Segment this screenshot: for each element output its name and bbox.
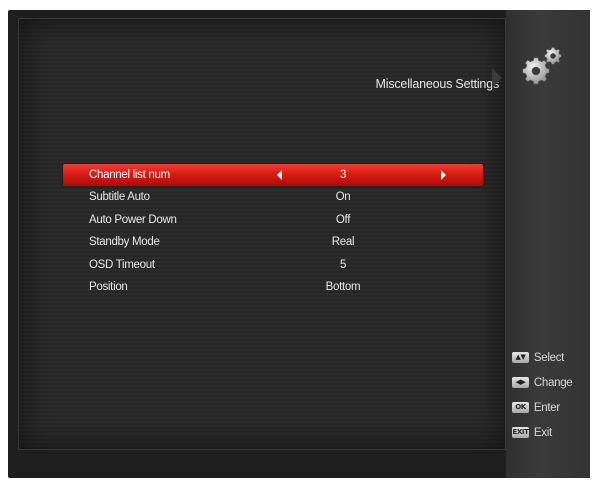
settings-panel: Miscellaneous Settings Channel list num …	[18, 18, 506, 450]
menu-item-position[interactable]: Position Bottom	[63, 276, 483, 298]
menu-item-label: Subtitle Auto	[89, 191, 150, 204]
hint-label: Exit	[533, 427, 552, 439]
menu-item-value: On	[335, 191, 351, 204]
hint-label: Select	[533, 352, 565, 364]
menu-item-label: Position	[89, 280, 128, 293]
menu-item-channel-list-num[interactable]: Channel list num 3	[63, 164, 483, 187]
ok-key-icon: OK	[512, 402, 529, 413]
gear-icon	[520, 44, 566, 90]
arrow-right-icon[interactable]	[441, 170, 446, 180]
menu-item-subtitle-auto[interactable]: Subtitle Auto On	[63, 186, 483, 208]
title-notch	[492, 68, 502, 88]
arrow-left-icon[interactable]	[277, 170, 282, 180]
menu-item-value: Off	[335, 213, 351, 226]
hint-select: ▲▼ Select	[512, 350, 592, 375]
menu-item-osd-timeout[interactable]: OSD Timeout 5	[63, 254, 483, 276]
menu-item-label: Channel list num	[89, 169, 170, 181]
hint-change: ◀▶ Change	[512, 375, 592, 400]
menu-item-value: Real	[331, 236, 355, 249]
menu-item-label: Auto Power Down	[89, 213, 177, 226]
hint-label: Change	[533, 377, 573, 389]
menu-item-value: 5	[339, 258, 347, 271]
menu-item-value: Bottom	[325, 280, 361, 293]
hint-label: Enter	[533, 402, 560, 414]
menu-item-value: 3	[339, 169, 347, 181]
key-hints: ▲▼ Select ◀▶ Change OK Enter EXIT Exit	[512, 350, 592, 450]
menu-item-standby-mode[interactable]: Standby Mode Real	[63, 231, 483, 253]
exit-key-icon: EXIT	[512, 427, 529, 438]
menu-item-label: OSD Timeout	[89, 258, 155, 271]
settings-menu: Channel list num 3 Subtitle Auto On Auto…	[63, 164, 483, 298]
hint-enter: OK Enter	[512, 400, 592, 425]
page-title: Miscellaneous Settings	[375, 77, 500, 91]
menu-item-label: Standby Mode	[89, 236, 160, 249]
tv-frame: Miscellaneous Settings Channel list num …	[8, 10, 590, 478]
screen: Miscellaneous Settings Channel list num …	[0, 0, 598, 482]
up-down-key-icon: ▲▼	[512, 352, 529, 363]
hint-exit: EXIT Exit	[512, 425, 592, 450]
menu-item-auto-power-down[interactable]: Auto Power Down Off	[63, 209, 483, 231]
left-right-key-icon: ◀▶	[512, 377, 529, 388]
